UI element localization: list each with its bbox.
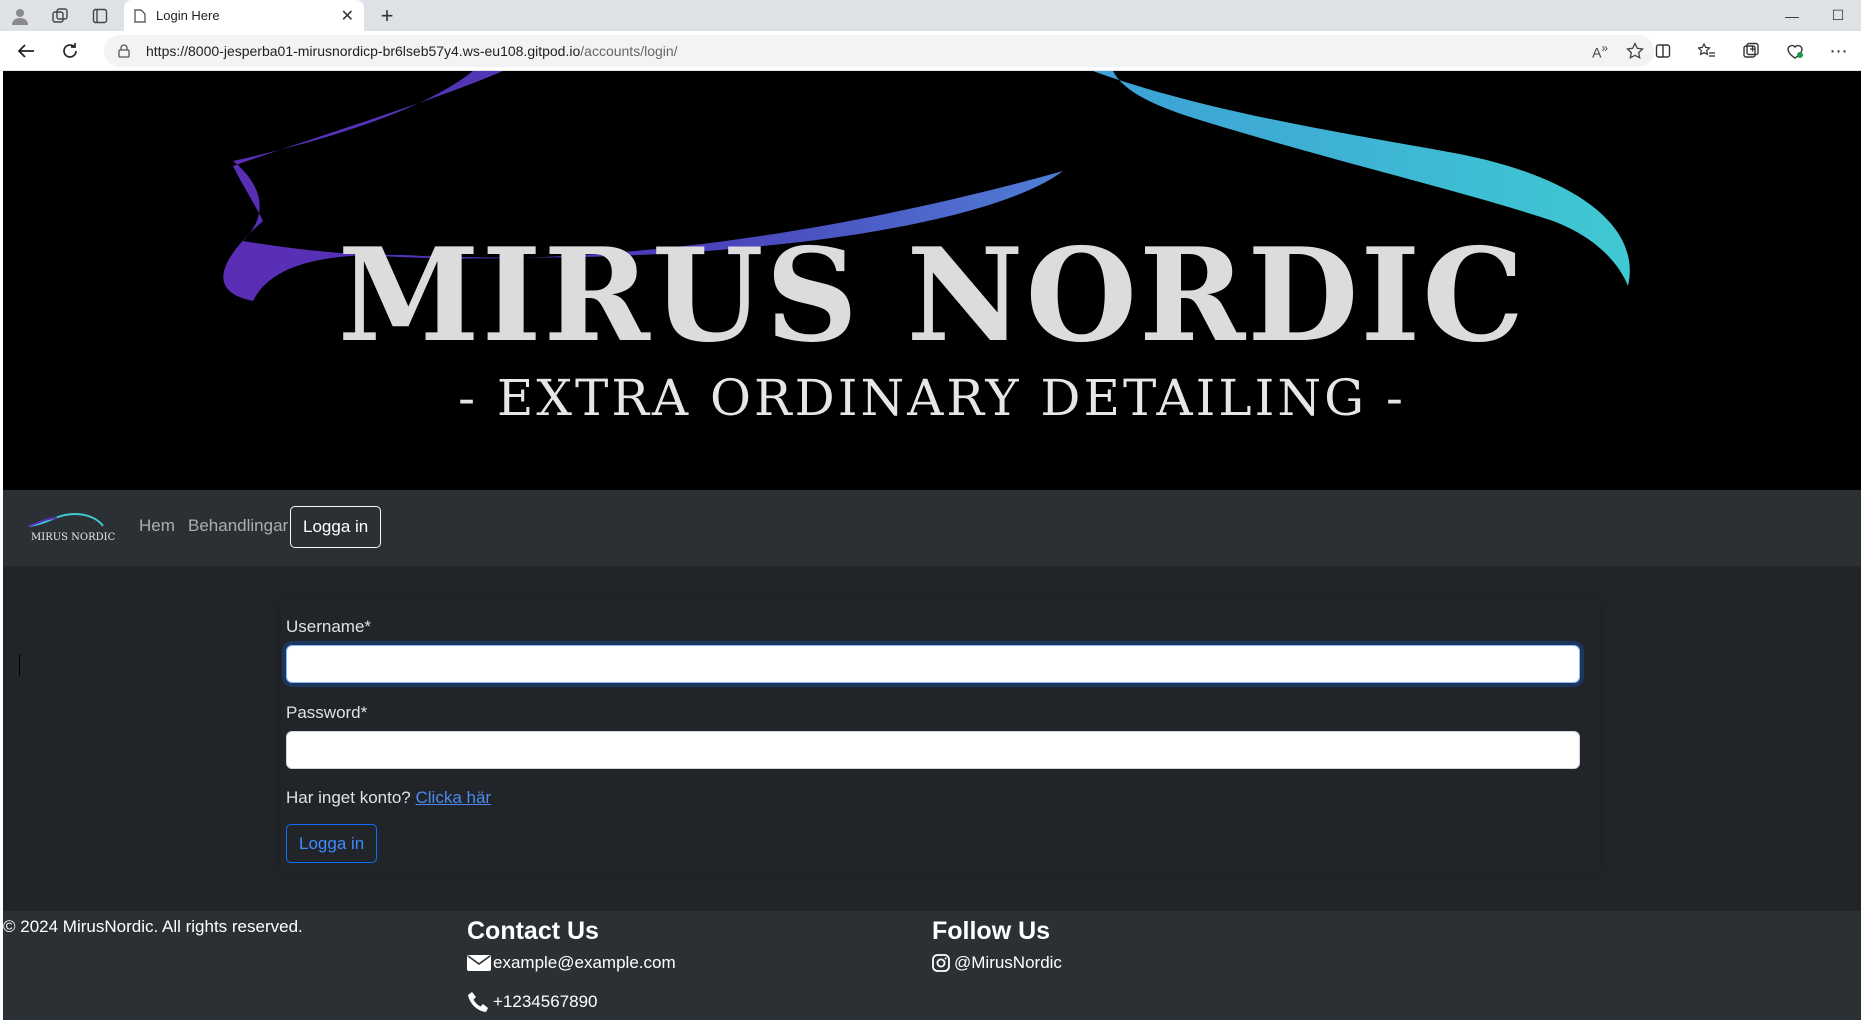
main-navbar: MIRUS NORDIC Hem Behandlingar Logga in [3, 490, 1861, 566]
read-aloud-icon[interactable]: A» [1592, 42, 1608, 61]
browser-tab-active[interactable]: Login Here ✕ [124, 0, 364, 31]
nav-link-hem[interactable]: Hem [139, 516, 175, 536]
brand-tagline: - EXTRA ORDINARY DETAILING - [458, 369, 1406, 427]
contact-phone-text: +1234567890 [493, 992, 598, 1011]
contact-heading: Contact Us [467, 917, 599, 945]
minimize-button[interactable]: — [1769, 0, 1815, 31]
hero-banner: MIRUS NORDIC - EXTRA ORDINARY DETAILING … [3, 71, 1861, 490]
tab-title: Login Here [156, 8, 220, 23]
url-text: https://8000-jesperba01-mirusnordicp-br6… [146, 43, 678, 59]
workspaces-icon[interactable] [40, 0, 80, 31]
instagram-link[interactable]: @MirusNordic [932, 953, 1062, 973]
refresh-button[interactable] [50, 31, 90, 71]
navbar-logo-text: MIRUS NORDIC [31, 532, 116, 543]
instagram-handle: @MirusNordic [954, 953, 1062, 972]
contact-email[interactable]: example@example.com [467, 953, 676, 973]
favorites-icon[interactable] [1685, 31, 1729, 71]
refresh-icon [63, 43, 77, 58]
navbar-logo[interactable]: MIRUS NORDIC [27, 508, 115, 548]
contact-email-text: example@example.com [493, 953, 676, 972]
page-icon [134, 8, 146, 23]
settings-more-icon[interactable]: ⋯ [1817, 31, 1861, 71]
maximize-button[interactable]: ☐ [1815, 0, 1861, 31]
page-viewport: MIRUS NORDIC - EXTRA ORDINARY DETAILING … [3, 71, 1861, 1020]
instagram-icon [932, 954, 950, 972]
password-input[interactable] [286, 731, 1580, 769]
username-label: Username* [286, 617, 372, 636]
car-logo-icon [28, 512, 104, 527]
contact-phone[interactable]: +1234567890 [467, 991, 597, 1013]
new-tab-button[interactable]: + [372, 0, 402, 31]
profile-icon[interactable] [0, 0, 40, 31]
back-button[interactable] [6, 31, 46, 71]
signup-hint: Har inget konto? Clicka här [286, 788, 491, 808]
address-bar-row: https://8000-jesperba01-mirusnordicp-br6… [0, 31, 1861, 71]
back-arrow-icon [17, 44, 34, 58]
envelope-icon [467, 955, 491, 971]
copyright-text: © 2024 MirusNordic. All rights reserved. [3, 917, 303, 936]
nav-link-behandlingar[interactable]: Behandlingar [188, 516, 288, 536]
brand-title: MIRUS NORDIC [337, 221, 1527, 371]
phone-icon [468, 992, 488, 1012]
url-field[interactable]: https://8000-jesperba01-mirusnordicp-br6… [104, 35, 1654, 67]
signup-hint-text: Har inget konto? [286, 788, 411, 807]
page-footer: © 2024 MirusNordic. All rights reserved.… [3, 911, 1861, 1020]
split-screen-icon[interactable] [1641, 31, 1685, 71]
nav-login-button[interactable]: Logga in [290, 506, 382, 548]
close-tab-icon[interactable]: ✕ [341, 6, 354, 26]
browser-tab-strip: Login Here ✕ + — ☐ [0, 0, 1861, 31]
follow-heading: Follow Us [932, 917, 1051, 945]
collections-icon[interactable] [1729, 31, 1773, 71]
tab-actions-icon[interactable] [80, 0, 120, 31]
signup-link[interactable]: Clicka här [415, 788, 491, 807]
browser-essentials-icon[interactable] [1773, 31, 1817, 71]
login-submit-button[interactable]: Logga in [286, 824, 378, 863]
password-label: Password* [286, 703, 368, 722]
username-input[interactable] [286, 645, 1580, 683]
text-cursor [19, 654, 20, 676]
lock-icon [118, 44, 130, 58]
